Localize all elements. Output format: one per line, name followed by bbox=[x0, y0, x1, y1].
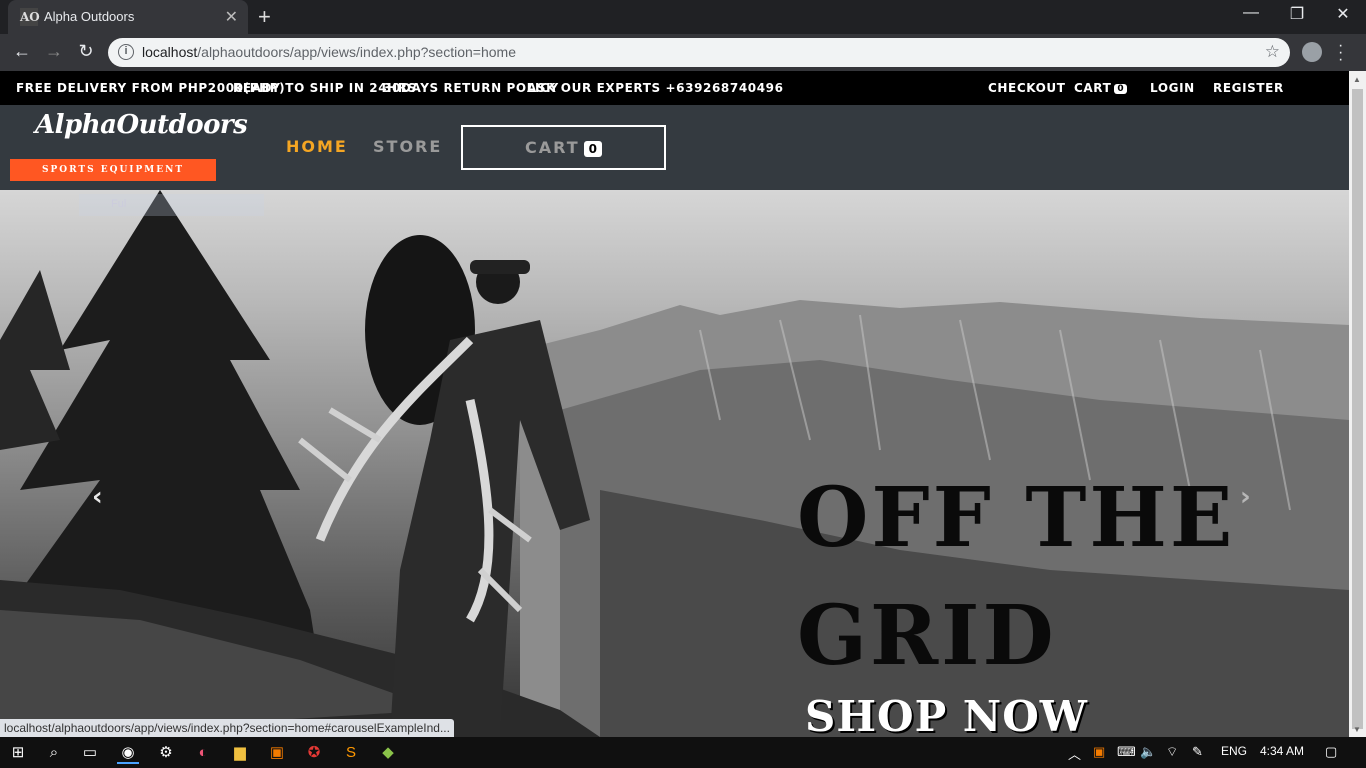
hero-headline-line1: OFF THE bbox=[797, 470, 1236, 566]
clock[interactable]: 4:34 AM bbox=[1260, 744, 1304, 758]
faded-overlay-label: Ful bbox=[79, 194, 264, 216]
windows-taskbar: ⊞ ⌕ ▭ ◉ ⚙ ◐ ▆ ▣ ✪ S ◆ ︿ ▣ ⌨ 🔈 ⌔ ✎ ENG 4:… bbox=[0, 737, 1366, 768]
carousel-prev-icon[interactable]: ‹ bbox=[92, 482, 103, 512]
register-link[interactable]: Register bbox=[1213, 81, 1284, 95]
browser-tab[interactable]: AO Alpha Outdoors ✕ bbox=[8, 0, 248, 34]
browser-tab-strip: AO Alpha Outdoors ✕ + — ❐ ✕ bbox=[0, 0, 1366, 34]
logo-tagline: Sports Equipment bbox=[10, 159, 216, 181]
top-cart-count-badge: 0 bbox=[1114, 83, 1128, 94]
task-view-icon[interactable]: ▭ bbox=[79, 742, 101, 764]
site-logo[interactable]: AlphaOutdoors bbox=[35, 110, 248, 140]
git-taskbar-icon[interactable]: ◆ bbox=[377, 742, 399, 764]
notifications-icon[interactable]: ▢ bbox=[1325, 744, 1337, 760]
site-favicon-icon: AO bbox=[20, 8, 40, 26]
restore-icon[interactable]: ❐ bbox=[1274, 4, 1320, 24]
ask-experts-text: Ask Our Experts +639268740496 bbox=[527, 81, 784, 95]
app2-taskbar-icon[interactable]: ✪ bbox=[303, 742, 325, 764]
file-explorer-icon[interactable]: ▆ bbox=[229, 742, 251, 764]
link-status-bar: localhost/alphaoutdoors/app/views/index.… bbox=[0, 719, 454, 737]
tray-input-icon[interactable]: ⌨ bbox=[1117, 744, 1136, 760]
checkout-link[interactable]: Checkout bbox=[988, 81, 1066, 95]
main-navbar: AlphaOutdoors Sports Equipment HOME STOR… bbox=[0, 105, 1349, 190]
login-link[interactable]: Login bbox=[1150, 81, 1195, 95]
carousel-next-icon[interactable]: › bbox=[1240, 482, 1251, 512]
nav-cart-button[interactable]: CART 0 bbox=[461, 125, 666, 170]
hero-carousel: Ful ‹ › OFF THE GRID SHOP NOW bbox=[0, 190, 1349, 737]
tray-xampp-icon[interactable]: ▣ bbox=[1093, 744, 1105, 760]
pen-icon[interactable]: ✎ bbox=[1192, 744, 1203, 760]
settings-taskbar-icon[interactable]: ⚙ bbox=[155, 742, 177, 764]
address-bar[interactable]: i localhost/alphaoutdoors/app/views/inde… bbox=[108, 38, 1290, 67]
forward-icon[interactable]: → bbox=[42, 41, 66, 62]
scrollbar-thumb[interactable] bbox=[1352, 89, 1363, 729]
reload-icon[interactable]: ↻ bbox=[74, 41, 98, 62]
volume-icon[interactable]: 🔈 bbox=[1140, 744, 1156, 760]
top-cart-link[interactable]: Cart 0 bbox=[1074, 81, 1128, 95]
search-icon[interactable]: ⌕ bbox=[43, 742, 65, 764]
url-text[interactable]: localhost/alphaoutdoors/app/views/index.… bbox=[142, 44, 516, 60]
sublime-taskbar-icon[interactable]: S bbox=[340, 742, 362, 764]
minimize-icon[interactable]: — bbox=[1228, 4, 1274, 22]
language-indicator[interactable]: ENG bbox=[1221, 744, 1247, 758]
browser-toolbar: ← → ↻ i localhost/alphaoutdoors/app/view… bbox=[0, 34, 1366, 71]
profile-avatar-icon[interactable] bbox=[1302, 42, 1322, 62]
tray-overflow-icon[interactable]: ︿ bbox=[1068, 744, 1081, 763]
xampp-taskbar-icon[interactable]: ▣ bbox=[266, 742, 288, 764]
close-tab-icon[interactable]: ✕ bbox=[225, 7, 238, 27]
shop-now-link[interactable]: SHOP NOW bbox=[805, 692, 1088, 737]
hero-headline-line2: GRID bbox=[797, 588, 1057, 684]
browser-menu-icon[interactable]: · · · bbox=[1338, 38, 1343, 68]
bookmark-star-icon[interactable]: ☆ bbox=[1265, 42, 1280, 62]
web-page: Free Delivery From PHP2000(PHP) Ready to… bbox=[0, 71, 1349, 737]
site-info-icon[interactable]: i bbox=[118, 44, 134, 60]
nav-home-link[interactable]: HOME bbox=[286, 137, 348, 156]
tab-title: Alpha Outdoors bbox=[44, 9, 135, 24]
promo-top-bar: Free Delivery From PHP2000(PHP) Ready to… bbox=[0, 71, 1349, 105]
scroll-up-icon[interactable]: ▲ bbox=[1353, 75, 1361, 84]
scroll-down-icon[interactable]: ▼ bbox=[1353, 725, 1361, 734]
hero-image bbox=[0, 190, 1349, 737]
app-taskbar-icon[interactable]: ◐ bbox=[192, 742, 214, 764]
nav-cart-count-badge: 0 bbox=[583, 140, 602, 157]
windows-start-icon[interactable]: ⊞ bbox=[7, 742, 29, 764]
new-tab-button[interactable]: + bbox=[258, 4, 271, 30]
chrome-taskbar-icon[interactable]: ◉ bbox=[117, 742, 139, 764]
close-window-icon[interactable]: ✕ bbox=[1320, 4, 1366, 24]
nav-store-link[interactable]: STORE bbox=[373, 137, 442, 156]
page-scrollbar[interactable]: ▲ ▼ bbox=[1349, 71, 1366, 737]
back-icon[interactable]: ← bbox=[10, 41, 34, 62]
network-icon[interactable]: ⌔ bbox=[1166, 744, 1178, 760]
